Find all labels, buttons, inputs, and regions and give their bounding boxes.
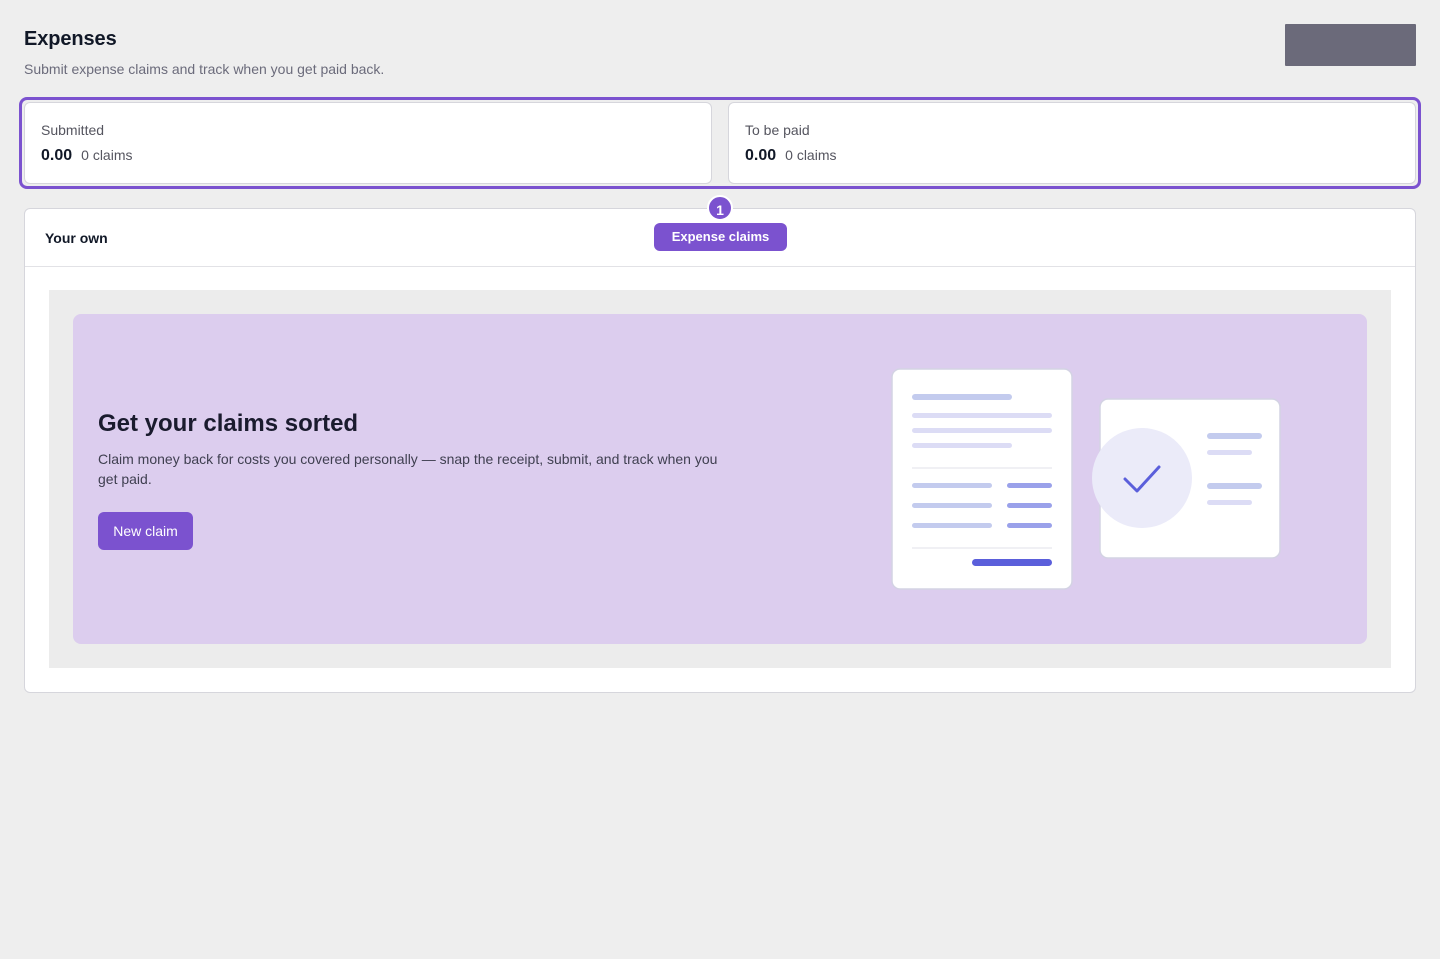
empty-state-title: Get your claims sorted xyxy=(98,410,359,437)
check-circle xyxy=(1092,428,1192,528)
empty-state-panel: Get your claims sorted Claim money back … xyxy=(73,314,1367,644)
summary-row: 0.00 0 claims xyxy=(41,147,695,165)
receipt-line xyxy=(1007,483,1052,488)
receipt-line xyxy=(912,503,992,508)
receipt-approved-illustration xyxy=(891,368,1281,590)
empty-state-description: Claim money back for costs you covered p… xyxy=(98,451,718,487)
summary-card-submitted: Submitted 0.00 0 claims xyxy=(24,102,712,184)
summary-amount: 0.00 xyxy=(745,147,777,164)
receipt-line xyxy=(1007,503,1052,508)
new-claim-button[interactable]: New claim xyxy=(98,512,193,550)
receipt-line xyxy=(912,483,992,488)
page-header: Expenses Submit expense claims and track… xyxy=(24,27,384,78)
summary-count: 0 claims xyxy=(785,147,837,163)
receipt-line xyxy=(912,413,1052,418)
summary-amount: 0.00 xyxy=(41,147,73,164)
receipt-line xyxy=(912,443,1012,448)
expenses-page: Expenses Submit expense claims and track… xyxy=(0,0,1440,959)
receipt-line xyxy=(912,523,992,528)
receipt-line xyxy=(1007,523,1052,528)
card-header-title: Your own xyxy=(45,230,108,246)
summary-row: 0.00 0 claims xyxy=(745,147,1399,165)
receipt-line xyxy=(912,394,1012,400)
approval-line xyxy=(1207,450,1252,455)
receipt-line xyxy=(912,428,1052,433)
page-subtitle: Submit expense claims and track when you… xyxy=(24,61,385,77)
approval-line xyxy=(1207,433,1262,439)
summary-label: To be paid xyxy=(745,122,810,138)
page-title: Expenses xyxy=(24,28,117,50)
summary-label: Submitted xyxy=(41,122,105,138)
summary-card-to-be-paid: To be paid 0.00 0 claims xyxy=(728,102,1416,184)
header-action-placeholder[interactable] xyxy=(1285,24,1416,66)
approval-line xyxy=(1207,483,1262,489)
receipt-card xyxy=(891,368,1073,590)
approval-line xyxy=(1207,500,1252,505)
receipt-total-bar xyxy=(972,559,1052,566)
step-badge: 1 xyxy=(707,195,733,221)
summary-count: 0 claims xyxy=(81,147,133,163)
tab-expense-claims[interactable]: Expense claims xyxy=(654,223,787,251)
